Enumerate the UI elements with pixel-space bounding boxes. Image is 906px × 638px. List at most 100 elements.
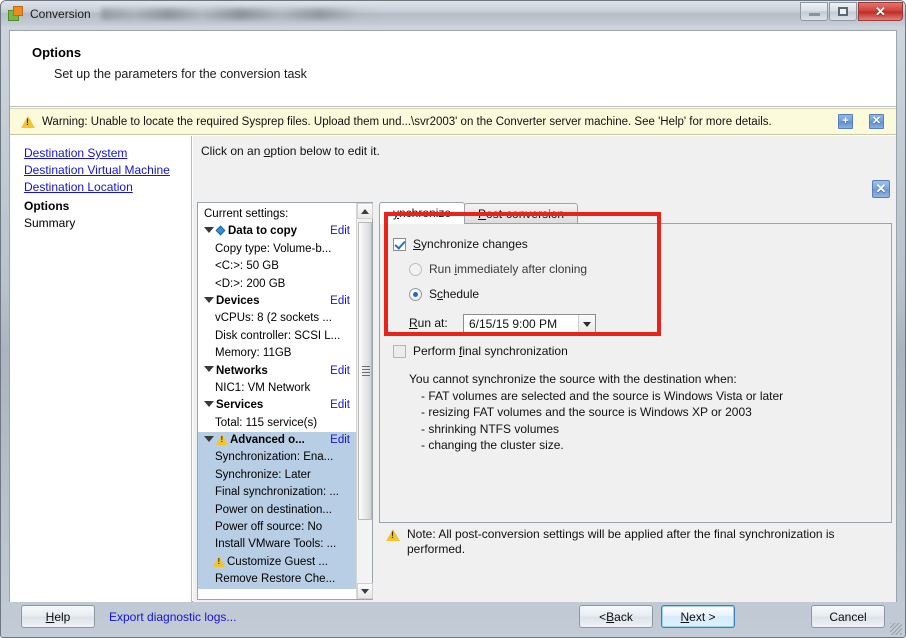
tree-row-label: Networks	[216, 364, 268, 377]
tree-row-synchronization[interactable]: Synchronization: Ena...	[198, 449, 356, 467]
chevron-down-icon[interactable]	[204, 227, 214, 234]
chevron-down-icon[interactable]	[578, 315, 595, 333]
tree-row-volume-d[interactable]: <D:>: 200 GB	[198, 276, 356, 293]
maximize-button[interactable]	[829, 2, 857, 21]
sidebar-item-destination-location[interactable]: Destination Location	[24, 179, 133, 195]
warning-triangle-icon	[213, 555, 225, 567]
instruction-post: ption below to edit it.	[270, 144, 380, 158]
tree-row-label: Disk controller: SCSI L...	[215, 329, 341, 342]
wizard-footer: Help Export diagnostic logs... < Back Ne…	[9, 602, 897, 631]
tree-row-services-total[interactable]: Total: 115 service(s)	[198, 415, 356, 432]
perform-final-sync-row[interactable]: Perform final synchronization	[393, 344, 568, 358]
chevron-down-icon[interactable]	[204, 366, 214, 373]
current-settings-tree[interactable]: Current settings: Data to copy Edit Copy …	[197, 202, 373, 600]
perform-final-sync-label: Perform final synchronization	[413, 344, 568, 358]
edit-link[interactable]: Edit	[330, 363, 350, 380]
sidebar-item-destination-system[interactable]: Destination System	[24, 145, 127, 161]
cancel-button[interactable]: Cancel	[811, 605, 885, 628]
export-diagnostic-logs-link[interactable]: Export diagnostic logs...	[109, 610, 236, 624]
tree-row-copy-type[interactable]: Copy type: Volume-b...	[198, 241, 356, 258]
scrollbar-thumb[interactable]	[358, 222, 372, 520]
schedule-radio[interactable]	[409, 287, 422, 301]
tree-row-final-synchronization[interactable]: Final synchronization: ...	[198, 484, 356, 502]
run-immediately-row[interactable]: Run immediately after cloning	[409, 262, 587, 276]
accel-letter: N	[680, 609, 690, 624]
sidebar-item-summary[interactable]: Summary	[24, 215, 191, 232]
synchronize-changes-checkbox[interactable]	[393, 237, 406, 251]
tree-row-nic1[interactable]: NIC1: VM Network	[198, 380, 356, 397]
tree-row-vcpus[interactable]: vCPUs: 8 (2 sockets ...	[198, 310, 356, 327]
accel-letter: R	[409, 316, 418, 330]
tree-scrollbar[interactable]	[356, 203, 373, 599]
tree-row-volume-c[interactable]: <C:>: 50 GB	[198, 258, 356, 275]
close-button[interactable]: ✕	[858, 2, 903, 21]
accel-letter: c	[437, 287, 444, 301]
perform-final-sync-checkbox[interactable]	[393, 344, 406, 358]
edit-link[interactable]: Edit	[330, 397, 350, 414]
edit-link[interactable]: Edit	[330, 432, 350, 449]
warning-triangle-icon	[21, 115, 35, 128]
chevron-down-icon[interactable]	[204, 436, 214, 443]
sidebar-item-destination-virtual-machine[interactable]: Destination Virtual Machine	[24, 162, 170, 178]
scroll-up-button[interactable]	[357, 203, 373, 219]
tree-row-label: Memory: 11GB	[215, 347, 292, 360]
tree-row-power-on-destination[interactable]: Power on destination...	[198, 501, 356, 520]
note-text: Note: All post-conversion settings will …	[407, 527, 835, 556]
scroll-down-button[interactable]	[357, 583, 373, 599]
cannot-synchronize-note: You cannot synchronize the source with t…	[409, 371, 783, 454]
synchronize-changes-row[interactable]: Synchronize changes	[393, 237, 528, 251]
warning-triangle-icon	[216, 434, 228, 446]
tree-row-advanced-options[interactable]: Advanced o... Edit	[198, 432, 356, 450]
run-at-label: Run at:	[409, 316, 448, 330]
wizard-header: Options Set up the parameters for the co…	[10, 31, 896, 107]
synchronize-tab-panel: Synchronize changes Run immediately afte…	[379, 212, 892, 523]
synchronize-changes-label: Synchronize changes	[413, 237, 528, 251]
tree-row-data-to-copy[interactable]: Data to copy Edit	[198, 223, 356, 240]
tree-row-label: <D:>: 200 GB	[215, 277, 286, 290]
accel-letter: f	[459, 344, 463, 358]
tree-row-power-off-source[interactable]: Power off source: No	[198, 519, 356, 537]
tab-strip: ynchronize Post-conversion	[379, 202, 579, 224]
tree-row-customize-guest[interactable]: Customize Guest ...	[198, 553, 356, 572]
sidebar-item-options[interactable]: Options	[24, 198, 191, 215]
cannot-sync-bullet-4: - changing the cluster size.	[421, 438, 564, 452]
vmware-converter-icon	[8, 5, 24, 22]
schedule-row[interactable]: Schedule	[409, 287, 479, 301]
tree-row-devices[interactable]: Devices Edit	[198, 293, 356, 310]
tree-row-label: Final synchronization: ...	[215, 486, 340, 499]
help-button[interactable]: Help	[21, 605, 95, 628]
run-immediately-radio[interactable]	[409, 262, 422, 276]
tree-row-label: Total: 115 service(s)	[215, 416, 318, 429]
tree-row-label: <C:>: 50 GB	[215, 260, 279, 273]
edit-link[interactable]: Edit	[330, 223, 350, 240]
minimize-button[interactable]	[800, 2, 828, 21]
tree-row-install-vmware-tools[interactable]: Install VMware Tools: ...	[198, 536, 356, 554]
tree-row-remove-restore-checkpoints[interactable]: Remove Restore Che...	[198, 571, 356, 589]
tree-row-networks[interactable]: Networks Edit	[198, 363, 356, 380]
tree-row-memory[interactable]: Memory: 11GB	[198, 345, 356, 362]
tree-row-disk-controller[interactable]: Disk controller: SCSI L...	[198, 328, 356, 345]
tab-post-conversion[interactable]: Post-conversion	[464, 203, 579, 224]
chevron-down-icon[interactable]	[204, 296, 214, 303]
tree-row-services[interactable]: Services Edit	[198, 397, 356, 414]
conversion-window: Conversion ✕ Options Set up the paramete…	[0, 0, 906, 638]
tree-row-label: Advanced o...	[230, 434, 305, 447]
tree-row-label: NIC1: VM Network	[215, 381, 311, 394]
panel-close-button[interactable]: ✕	[872, 180, 890, 198]
options-content: Click on an option below to edit it. Cur…	[193, 136, 896, 602]
resize-grip[interactable]	[890, 623, 902, 635]
run-at-datetime-combobox[interactable]: 6/15/15 9:00 PM	[463, 314, 596, 334]
wizard-steps-nav: Destination System Destination Virtual M…	[10, 136, 192, 602]
edit-link[interactable]: Edit	[330, 293, 350, 310]
window-titlebar[interactable]: Conversion ✕	[1, 1, 905, 26]
cannot-sync-bullet-1: - FAT volumes are selected and the sourc…	[421, 388, 784, 403]
page-subtitle: Set up the parameters for the conversion…	[54, 67, 307, 81]
back-button[interactable]: < Back	[579, 605, 653, 628]
next-button[interactable]: Next >	[661, 605, 735, 628]
tab-synchronize[interactable]: ynchronize	[379, 202, 466, 224]
warning-close-button[interactable]: ✕	[869, 114, 884, 129]
tree-row-synchronize[interactable]: Synchronize: Later	[198, 466, 356, 485]
chevron-down-icon[interactable]	[204, 401, 214, 408]
warning-expand-button[interactable]: +	[838, 114, 853, 129]
tree-rows[interactable]: Current settings: Data to copy Edit Copy …	[198, 203, 356, 599]
